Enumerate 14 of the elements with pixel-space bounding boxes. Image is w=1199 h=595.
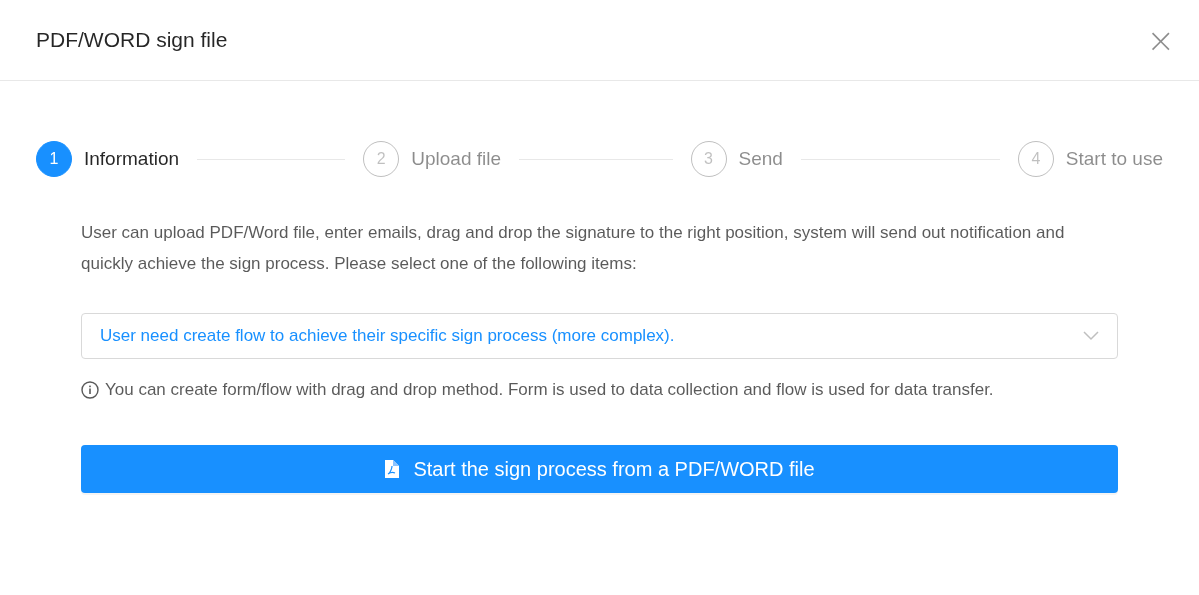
chevron-down-icon: [1083, 331, 1099, 341]
info-icon: [81, 381, 99, 399]
file-icon: [384, 460, 400, 478]
close-button[interactable]: ×: [1142, 23, 1179, 57]
description-text: User can upload PDF/Word file, enter emails, drag and drop the signature to the right position, system will send out notification and quickly achieve the sign process. Please select one of the following items:: [81, 222, 1066, 275]
step-number: 1: [36, 141, 72, 177]
step-label: Send: [738, 148, 783, 170]
flow-select[interactable]: User need create flow to achieve their specific sign process (more complex).: [81, 313, 1118, 359]
step-label: Start to use: [1065, 148, 1163, 170]
dialog-title: PDF/WORD sign file: [36, 28, 228, 52]
step-label: Information: [84, 148, 180, 170]
hint-text: You can create form/flow with drag and drop method. Form is used to data collection and flow is used for data transfer.: [105, 379, 994, 401]
step-label: Upload file: [411, 148, 502, 170]
start-sign-button[interactable]: Start the sign process from a PDF/WORD file: [81, 445, 1118, 493]
